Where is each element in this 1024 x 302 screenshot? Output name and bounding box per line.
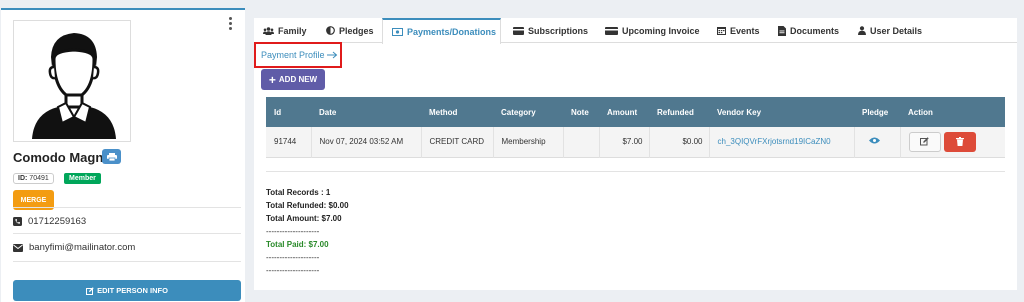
cell-refunded: $0.00: [649, 127, 710, 157]
col-header-refunded: Refunded: [657, 107, 694, 117]
tab-label: Upcoming Invoice: [622, 25, 700, 36]
edit-icon: [920, 137, 929, 146]
half-circle-icon: [326, 26, 335, 35]
email-row: banyfimi@mailinator.com: [13, 242, 135, 253]
payments-table: Id Date Method Category Note Amount Refu…: [266, 97, 1005, 158]
cell-note: [563, 127, 600, 157]
edit-icon: [86, 286, 94, 295]
money-icon: [392, 28, 403, 36]
table-header-row: Id Date Method Category Note Amount Refu…: [266, 97, 1005, 127]
calendar-icon: [717, 27, 726, 35]
person-name: Comodo Magna: [13, 150, 111, 165]
tab-user-details[interactable]: User Details: [858, 18, 922, 43]
phone-text: 01712259163: [28, 216, 87, 227]
delete-row-button[interactable]: [943, 131, 976, 152]
table-row: 91744 Nov 07, 2024 03:52 AM CREDIT CARD …: [266, 127, 1005, 157]
col-header-id: Id: [274, 107, 282, 117]
add-new-label: ADD NEW: [278, 75, 318, 84]
envelope-icon: [13, 243, 23, 252]
edit-row-button[interactable]: [908, 131, 941, 152]
tab-family[interactable]: Family: [263, 18, 307, 43]
separator-line: --------------------: [266, 266, 320, 275]
payment-profile-link[interactable]: Payment Profile: [254, 42, 342, 68]
col-header-date: Date: [319, 107, 337, 117]
cell-vendor-key[interactable]: ch_3QIQVrFXrjotsrnd19ICaZN0: [709, 127, 855, 157]
tab-documents[interactable]: Documents: [778, 18, 839, 43]
add-new-button[interactable]: + ADD NEW: [261, 69, 325, 90]
col-header-note: Note: [571, 107, 589, 117]
totals-summary: Total Records : 1 Total Refunded: $0.00 …: [266, 186, 349, 277]
content-card: Family Pledges Payments/Donations Subscr…: [254, 18, 1017, 290]
col-header-category: Category: [501, 107, 536, 117]
tab-pledges[interactable]: Pledges: [326, 18, 374, 43]
tab-payments-donations[interactable]: Payments/Donations: [382, 18, 501, 44]
separator-line: --------------------: [266, 253, 320, 262]
cell-date: Nov 07, 2024 03:52 AM: [311, 127, 422, 157]
email-text: banyfimi@mailinator.com: [29, 242, 136, 253]
file-icon: [778, 25, 786, 36]
divider: [13, 261, 241, 262]
tab-upcoming-invoice[interactable]: Upcoming Invoice: [605, 18, 700, 43]
tab-events[interactable]: Events: [717, 18, 760, 43]
col-header-action: Action: [908, 107, 933, 117]
total-refunded: Total Refunded: $0.00: [266, 201, 349, 210]
col-header-method: Method: [429, 107, 458, 117]
separator-line: --------------------: [266, 227, 320, 236]
edit-person-info-button[interactable]: EDIT PERSON INFO: [13, 280, 241, 301]
col-header-vendor-key: Vendor Key: [717, 107, 762, 117]
tab-label: Subscriptions: [528, 25, 589, 36]
cell-method: CREDIT CARD: [421, 127, 494, 157]
divider: [13, 233, 241, 234]
member-badge: Member: [64, 173, 101, 184]
credit-card-icon: [605, 26, 618, 35]
tab-label: Documents: [790, 25, 840, 36]
col-header-pledge: Pledge: [862, 107, 889, 117]
print-button[interactable]: [102, 149, 121, 164]
phone-icon: [13, 217, 22, 226]
cell-action: [900, 127, 1005, 157]
cell-pledge: [854, 127, 901, 157]
trash-icon: [955, 137, 964, 147]
tab-label: Events: [730, 25, 760, 36]
user-icon: [858, 26, 866, 35]
edit-person-info-label: EDIT PERSON INFO: [97, 286, 168, 295]
avatar: [13, 20, 131, 142]
print-icon: [106, 152, 117, 161]
more-options-icon[interactable]: [229, 17, 233, 32]
total-records: Total Records : 1: [266, 188, 331, 197]
total-paid: Total Paid: $7.00: [266, 240, 329, 249]
cell-amount: $7.00: [599, 127, 650, 157]
tab-bar: Family Pledges Payments/Donations Subscr…: [254, 18, 1017, 44]
divider: [266, 171, 1005, 172]
col-header-amount: Amount: [607, 107, 638, 117]
tab-label: Payments/Donations: [407, 27, 497, 37]
users-icon: [263, 26, 274, 35]
id-value: 70491: [29, 175, 49, 182]
divider: [13, 207, 241, 208]
payment-profile-label: Payment Profile: [261, 50, 325, 60]
cell-id: 91744: [266, 127, 312, 157]
cell-category: Membership: [493, 127, 564, 157]
credit-card-icon: [513, 26, 524, 35]
tab-label: User Details: [870, 25, 923, 36]
total-amount: Total Amount: $7.00: [266, 214, 342, 223]
tab-label: Family: [278, 25, 307, 36]
eye-icon[interactable]: [868, 137, 880, 144]
id-label: ID:: [18, 175, 28, 182]
phone-row: 01712259163: [13, 216, 86, 227]
tab-label: Pledges: [339, 25, 374, 36]
arrow-right-icon: [326, 51, 337, 59]
plus-icon: +: [268, 72, 276, 87]
id-badge: ID: 70491: [13, 173, 54, 184]
tab-subscriptions[interactable]: Subscriptions: [513, 18, 588, 43]
profile-card: Comodo Magna ID: 70491 Member MERGE 0171…: [1, 8, 245, 302]
